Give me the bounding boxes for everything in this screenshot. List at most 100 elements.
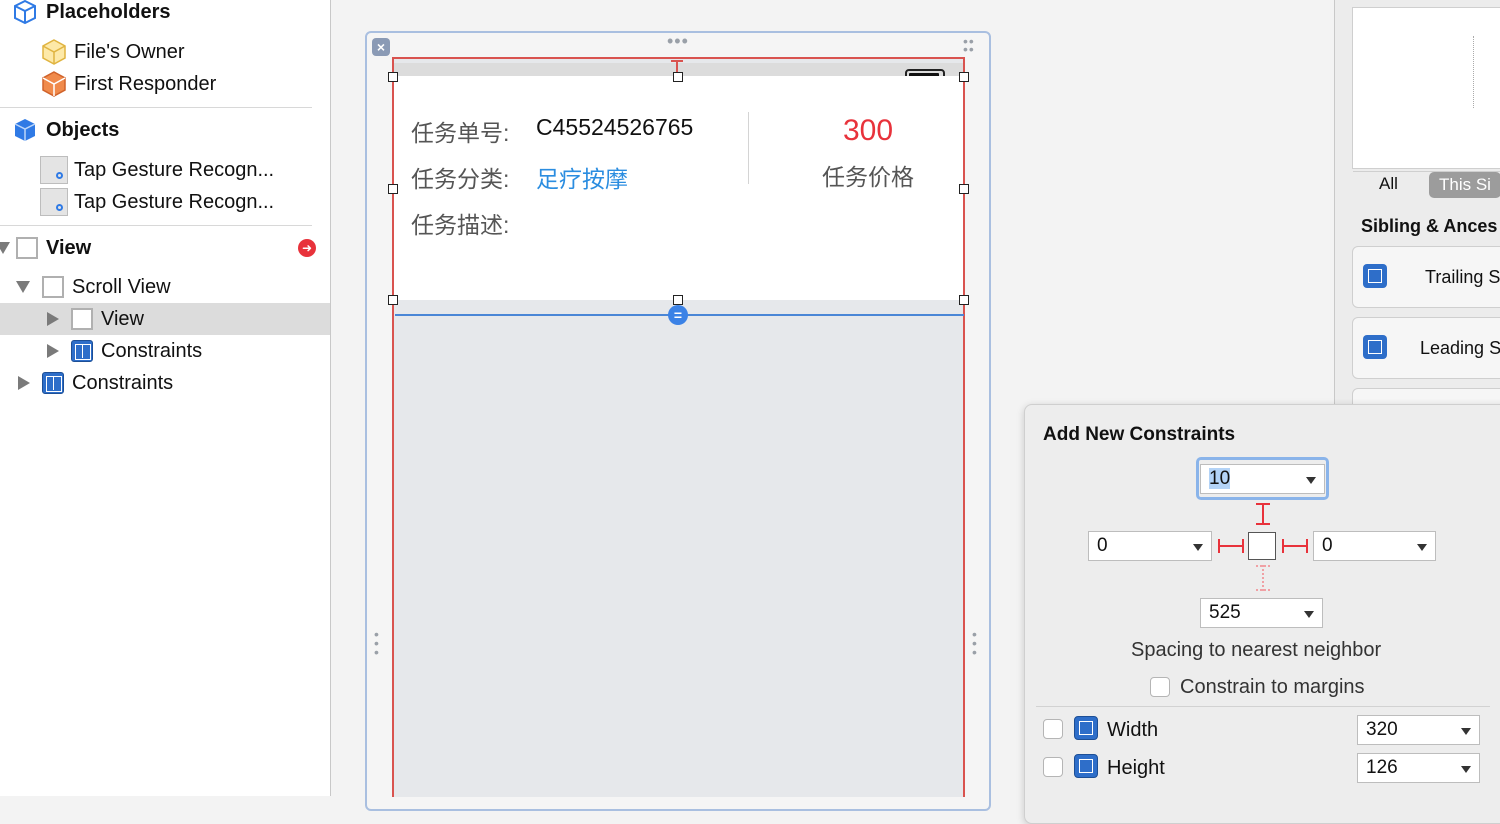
outline-item-constraints[interactable]: Constraints (18, 367, 173, 399)
price-value: 300 (842, 114, 894, 147)
task-category-label: 任务分类: (411, 166, 510, 192)
task-description-label: 任务描述: (411, 212, 510, 238)
tap-gesture-icon (40, 156, 68, 184)
right-strut-toggle[interactable] (1282, 545, 1308, 547)
constrain-margins-checkbox[interactable] (1150, 677, 1170, 697)
cube-icon (14, 0, 36, 25)
constraints-label: Constraints (72, 371, 174, 394)
filter-this-size-button[interactable]: This Si (1429, 172, 1500, 198)
top-strut-toggle[interactable] (1262, 503, 1264, 525)
height-value-combo[interactable]: 126 (1357, 753, 1480, 783)
disclosure-collapsed-icon[interactable] (47, 312, 59, 326)
resize-handle-top-right[interactable] (959, 72, 969, 82)
leading-constraint-icon (1363, 335, 1387, 359)
bottom-strut-toggle[interactable] (1262, 565, 1264, 591)
width-value-combo[interactable]: 320 (1357, 715, 1480, 745)
right-grip-icon[interactable]: • • • (972, 627, 978, 659)
sibling-ancestor-header: Sibling & Ances (1361, 216, 1498, 236)
filter-all-button[interactable]: All (1379, 174, 1398, 194)
width-constraint-icon (1074, 716, 1098, 740)
dropdown-arrow-icon[interactable] (1417, 544, 1427, 551)
scene-close-icon[interactable]: × (372, 38, 390, 56)
dropdown-arrow-icon[interactable] (1461, 728, 1471, 735)
resize-handle-top[interactable] (673, 72, 683, 82)
objects-cube-icon (14, 119, 36, 141)
equal-constraint-icon[interactable]: = (668, 305, 688, 325)
height-checkbox[interactable] (1043, 757, 1063, 777)
task-number-value: C45524526765 (536, 114, 694, 140)
height-value: 126 (1366, 757, 1398, 778)
left-spacing-combo[interactable]: 0 (1088, 531, 1212, 561)
outline-item-inner-view[interactable]: View (47, 303, 144, 335)
constraint-target-box (1248, 532, 1276, 560)
resize-handle-top-left[interactable] (388, 72, 398, 82)
selection-border-right (963, 57, 965, 797)
scroll-view-icon (42, 276, 64, 298)
spacing-caption: Spacing to nearest neighbor (1131, 639, 1382, 661)
height-label: Height (1107, 757, 1165, 779)
outline-item-tap-gesture-2[interactable]: Tap Gesture Recogn... (40, 186, 274, 218)
tap-gesture-label: Tap Gesture Recogn... (74, 158, 275, 181)
dropdown-arrow-icon[interactable] (1461, 766, 1471, 773)
left-strut-toggle[interactable] (1218, 545, 1244, 547)
dropdown-arrow-icon[interactable] (1306, 477, 1316, 484)
width-label: Width (1107, 719, 1159, 741)
popover-title: Add New Constraints (1043, 424, 1236, 445)
outline-item-view[interactable]: View ➜ (0, 232, 330, 264)
width-checkbox[interactable] (1043, 719, 1063, 739)
resize-handle-bottom-left[interactable] (388, 295, 398, 305)
error-arrow-icon[interactable]: ➜ (298, 239, 316, 257)
resize-handle-left[interactable] (388, 184, 398, 194)
tap-gesture-icon (40, 188, 68, 216)
constrain-margins-label: Constrain to margins (1180, 676, 1365, 698)
view-label: View (46, 236, 92, 259)
scroll-view-label: Scroll View (72, 275, 171, 298)
left-spacing-value: 0 (1097, 535, 1108, 556)
right-strut-cap (1306, 539, 1308, 553)
selection-border-top (392, 57, 965, 59)
constraint-preview (1352, 7, 1500, 172)
resize-handle-bottom-right[interactable] (959, 295, 969, 305)
resize-handle-bottom[interactable] (673, 295, 683, 305)
left-grip-icon[interactable]: • • • (374, 627, 380, 659)
outline-item-tap-gesture-1[interactable]: Tap Gesture Recogn... (40, 154, 274, 186)
outline-objects-header[interactable]: Objects (12, 114, 119, 146)
outline-placeholders-header[interactable]: Placeholders (12, 0, 171, 28)
height-constraint-icon (1074, 754, 1098, 778)
trailing-constraint-icon (1363, 264, 1387, 288)
objects-label: Objects (46, 118, 120, 141)
outline-item-first-responder[interactable]: First Responder (40, 68, 216, 100)
trailing-label: Trailing S (1425, 267, 1500, 287)
outline-item-files-owner[interactable]: File's Owner (40, 36, 185, 68)
disclosure-expanded-icon[interactable] (0, 242, 10, 254)
task-category-value: 足疗按摩 (536, 166, 628, 192)
resize-handle-right[interactable] (959, 184, 969, 194)
card-vertical-divider (748, 112, 749, 184)
leading-space-constraint[interactable]: Leading S (1352, 317, 1500, 379)
view-icon (16, 237, 38, 259)
inner-constraints-label: Constraints (101, 339, 203, 362)
price-label: 任务价格 (822, 164, 914, 190)
right-spacing-value: 0 (1322, 535, 1333, 556)
first-responder-cube-icon (42, 71, 66, 97)
tap-gesture-label: Tap Gesture Recogn... (74, 190, 275, 213)
width-value: 320 (1366, 719, 1398, 740)
view-icon (71, 308, 93, 330)
bottom-spacing-combo[interactable]: 525 (1200, 598, 1323, 628)
dropdown-arrow-icon[interactable] (1304, 611, 1314, 618)
disclosure-expanded-icon[interactable] (16, 281, 30, 293)
scene-grip-icon[interactable]: ••• (667, 31, 689, 52)
right-spacing-combo[interactable]: 0 (1313, 531, 1436, 561)
disclosure-collapsed-icon[interactable] (18, 376, 30, 390)
bottom-spacing-value: 525 (1209, 602, 1241, 623)
outline-item-inner-constraints[interactable]: Constraints (47, 335, 202, 367)
dropdown-arrow-icon[interactable] (1193, 544, 1203, 551)
bottom-strut-cap (1256, 589, 1270, 591)
disclosure-collapsed-icon[interactable] (47, 344, 59, 358)
trailing-space-constraint[interactable]: Trailing S (1352, 246, 1500, 308)
resize-grip-icon[interactable]: •• •• (963, 34, 975, 56)
outline-item-scroll-view[interactable]: Scroll View (16, 271, 171, 303)
top-spacing-combo[interactable]: 10 (1200, 464, 1325, 494)
inner-view-label: View (101, 307, 144, 330)
top-strut-cap (1256, 503, 1270, 505)
